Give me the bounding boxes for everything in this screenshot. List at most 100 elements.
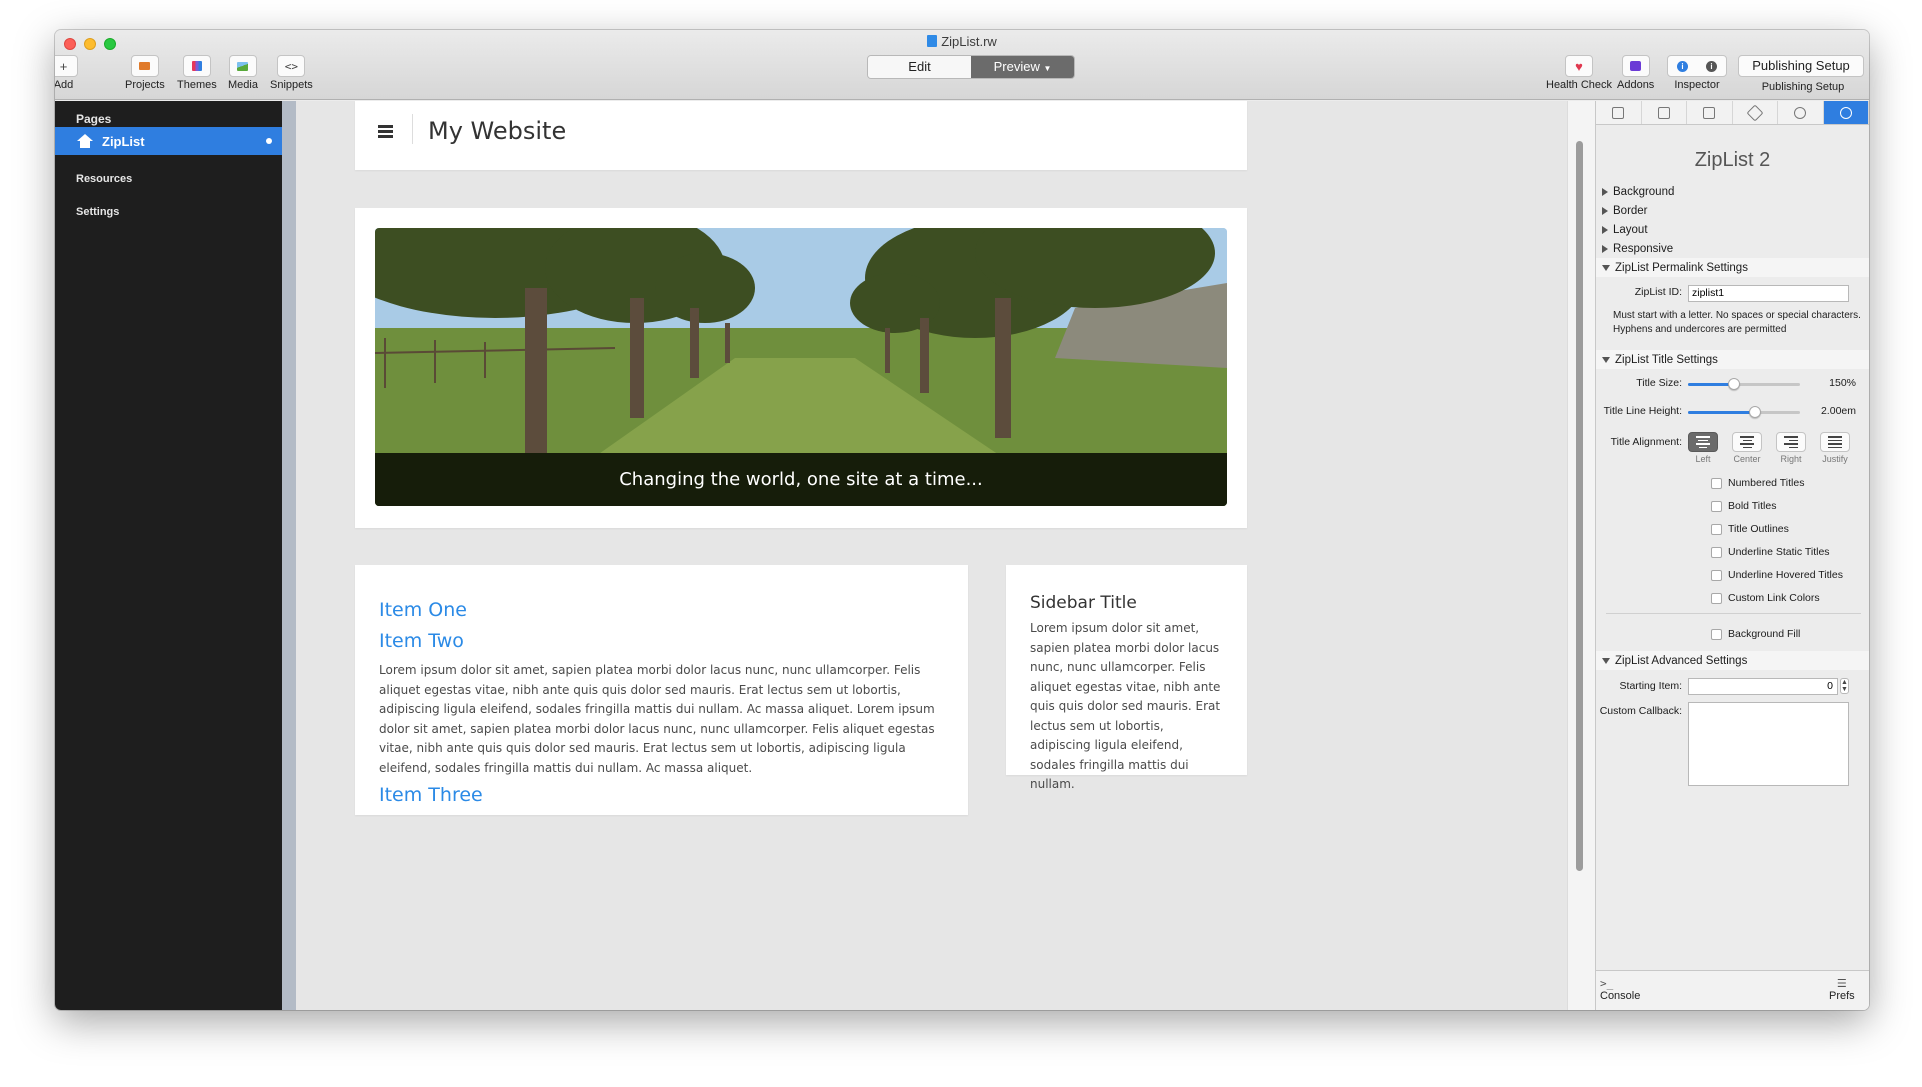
section-permalink-settings[interactable]: ZipList Permalink Settings [1602,262,1748,274]
heart-icon: ♥ [1565,55,1594,77]
tab-link-inspector[interactable] [1733,101,1778,124]
pages-heading: Pages [76,112,112,126]
section-border[interactable]: Border [1602,205,1648,217]
tab-plugin-settings[interactable] [1823,101,1869,124]
page-sidebar: Pages ZipList Resources Settings [55,101,282,1010]
chevron-down-icon: ▼ [1043,64,1052,73]
sliders-icon: ☰ [1836,978,1847,990]
starting-item-field[interactable]: 0 [1688,678,1838,695]
align-right-button[interactable] [1776,432,1806,452]
ziplist-id-help: Must start with a letter. No spaces or s… [1613,310,1861,335]
sidebar-item-resources[interactable]: Resources [76,173,132,185]
disclosure-open-icon [1602,265,1610,271]
divider [1606,613,1861,614]
prefs-button[interactable]: ☰ Prefs [1829,977,1855,1002]
title-line-height-slider-knob[interactable] [1749,406,1762,418]
edit-mode-button[interactable]: Edit [868,56,971,78]
starting-item-label: Starting Item: [1619,680,1682,692]
background-fill-checkbox[interactable]: Background Fill [1711,628,1800,640]
section-responsive[interactable]: Responsive [1602,243,1673,255]
custom-callback-label: Custom Callback: [1599,705,1682,717]
themes-icon [182,55,211,77]
add-button[interactable]: + Add [55,55,78,91]
preview-mode-button[interactable]: Preview ▼ [971,56,1074,78]
section-background[interactable]: Background [1602,186,1674,198]
section-title-settings[interactable]: ZipList Title Settings [1602,354,1718,366]
align-right-label: Right [1780,454,1802,464]
tab-style-inspector[interactable] [1687,101,1733,124]
circle-icon [1794,106,1807,119]
document-icon [927,35,938,47]
ziplist-item-title[interactable]: Item Two [379,630,944,652]
starting-item-stepper[interactable]: ▲ ▼ [1840,678,1849,694]
custom-link-colors-checkbox[interactable]: Custom Link Colors [1711,592,1820,604]
addons-icon [1621,55,1650,77]
site-title[interactable]: My Website [428,117,566,145]
title-line-height-value: 2.00em [1820,405,1856,417]
title-alignment-label: Title Alignment: [1610,436,1682,448]
layout-icon [1657,106,1670,119]
preview-scrollbar[interactable] [1576,141,1583,871]
sidebar-card: Sidebar Title Lorem ipsum dolor sit amet… [1006,565,1247,791]
unpublished-dot [266,138,272,144]
hero-image: Changing the world, one site at a time..… [375,228,1227,506]
ziplist-item-title[interactable]: Item Three [379,784,944,806]
snippets-button[interactable]: <> Snippets [270,55,313,91]
hamburger-menu-icon[interactable] [378,125,393,139]
media-button[interactable]: Media [228,55,258,91]
tab-stack-inspector[interactable] [1778,101,1824,124]
health-check-button[interactable]: ♥ Health Check [1546,55,1612,91]
bold-titles-checkbox[interactable]: Bold Titles [1711,500,1776,512]
publishing-setup-label: Publishing Setup [1761,81,1845,93]
title-size-value: 150% [1829,377,1856,389]
sidebar-body: Lorem ipsum dolor sit amet, sapien plate… [1030,621,1221,791]
site-header: My Website [355,101,1247,170]
tab-layout-inspector[interactable] [1642,101,1687,124]
ziplist-item-title[interactable]: Item One [379,599,944,621]
tag-icon [1746,104,1764,121]
align-center-button[interactable] [1732,432,1762,452]
align-left-button[interactable] [1688,432,1718,452]
inspector-button[interactable]: i i Inspector [1667,55,1727,91]
terminal-icon: >_ [1600,977,1614,990]
inspector-tabs [1596,101,1869,125]
ziplist-id-label: ZipList ID: [1634,286,1682,298]
custom-callback-textarea[interactable] [1688,702,1849,786]
title-line-height-label: Title Line Height: [1603,405,1682,417]
disclosure-open-icon [1602,357,1610,363]
title-size-slider-knob[interactable] [1727,378,1740,390]
align-justify-button[interactable] [1820,432,1850,452]
align-center-label: Center [1733,454,1761,464]
numbered-titles-checkbox[interactable]: Numbered Titles [1711,477,1804,489]
mode-switcher: Edit Preview ▼ [867,55,1075,79]
underline-hovered-titles-checkbox[interactable]: Underline Hovered Titles [1711,569,1843,581]
hero-caption: Changing the world, one site at a time..… [375,453,1227,506]
title-outlines-checkbox[interactable]: Title Outlines [1711,523,1789,535]
title-size-slider[interactable] [1688,378,1800,390]
inspector-panel: ZipList 2 Background Border Layout Respo… [1595,101,1869,1010]
code-brackets-icon: <> [277,55,306,77]
title-size-label: Title Size: [1636,377,1682,389]
toolbar: ZipList.rw + Add Projects Themes Media <… [55,30,1869,100]
window-title: ZipList.rw [55,34,1869,49]
ziplist-item-body: Lorem ipsum dolor sit amet, sapien plate… [379,663,935,775]
ziplist-id-field[interactable]: ziplist1 [1688,285,1849,302]
disclosure-closed-icon [1602,245,1608,253]
publishing-setup-button[interactable]: Publishing Setup [1738,55,1864,77]
underline-static-titles-checkbox[interactable]: Underline Static Titles [1711,546,1830,558]
projects-button[interactable]: Projects [125,55,165,91]
console-button[interactable]: >_ Console [1600,977,1640,1002]
title-line-height-slider[interactable] [1688,406,1800,418]
style-icon [1703,106,1716,119]
sidebar-item-settings[interactable]: Settings [76,206,119,218]
home-icon [77,134,93,148]
addons-button[interactable]: Addons [1617,55,1654,91]
disclosure-closed-icon [1602,188,1608,196]
section-advanced-settings[interactable]: ZipList Advanced Settings [1602,655,1747,667]
sidebar-item-ziplist[interactable]: ZipList [55,127,282,155]
disclosure-open-icon [1602,658,1610,664]
themes-button[interactable]: Themes [177,55,217,91]
tab-page-inspector[interactable] [1596,101,1642,124]
section-layout[interactable]: Layout [1602,224,1648,236]
inspector-title: ZipList 2 [1694,149,1771,171]
